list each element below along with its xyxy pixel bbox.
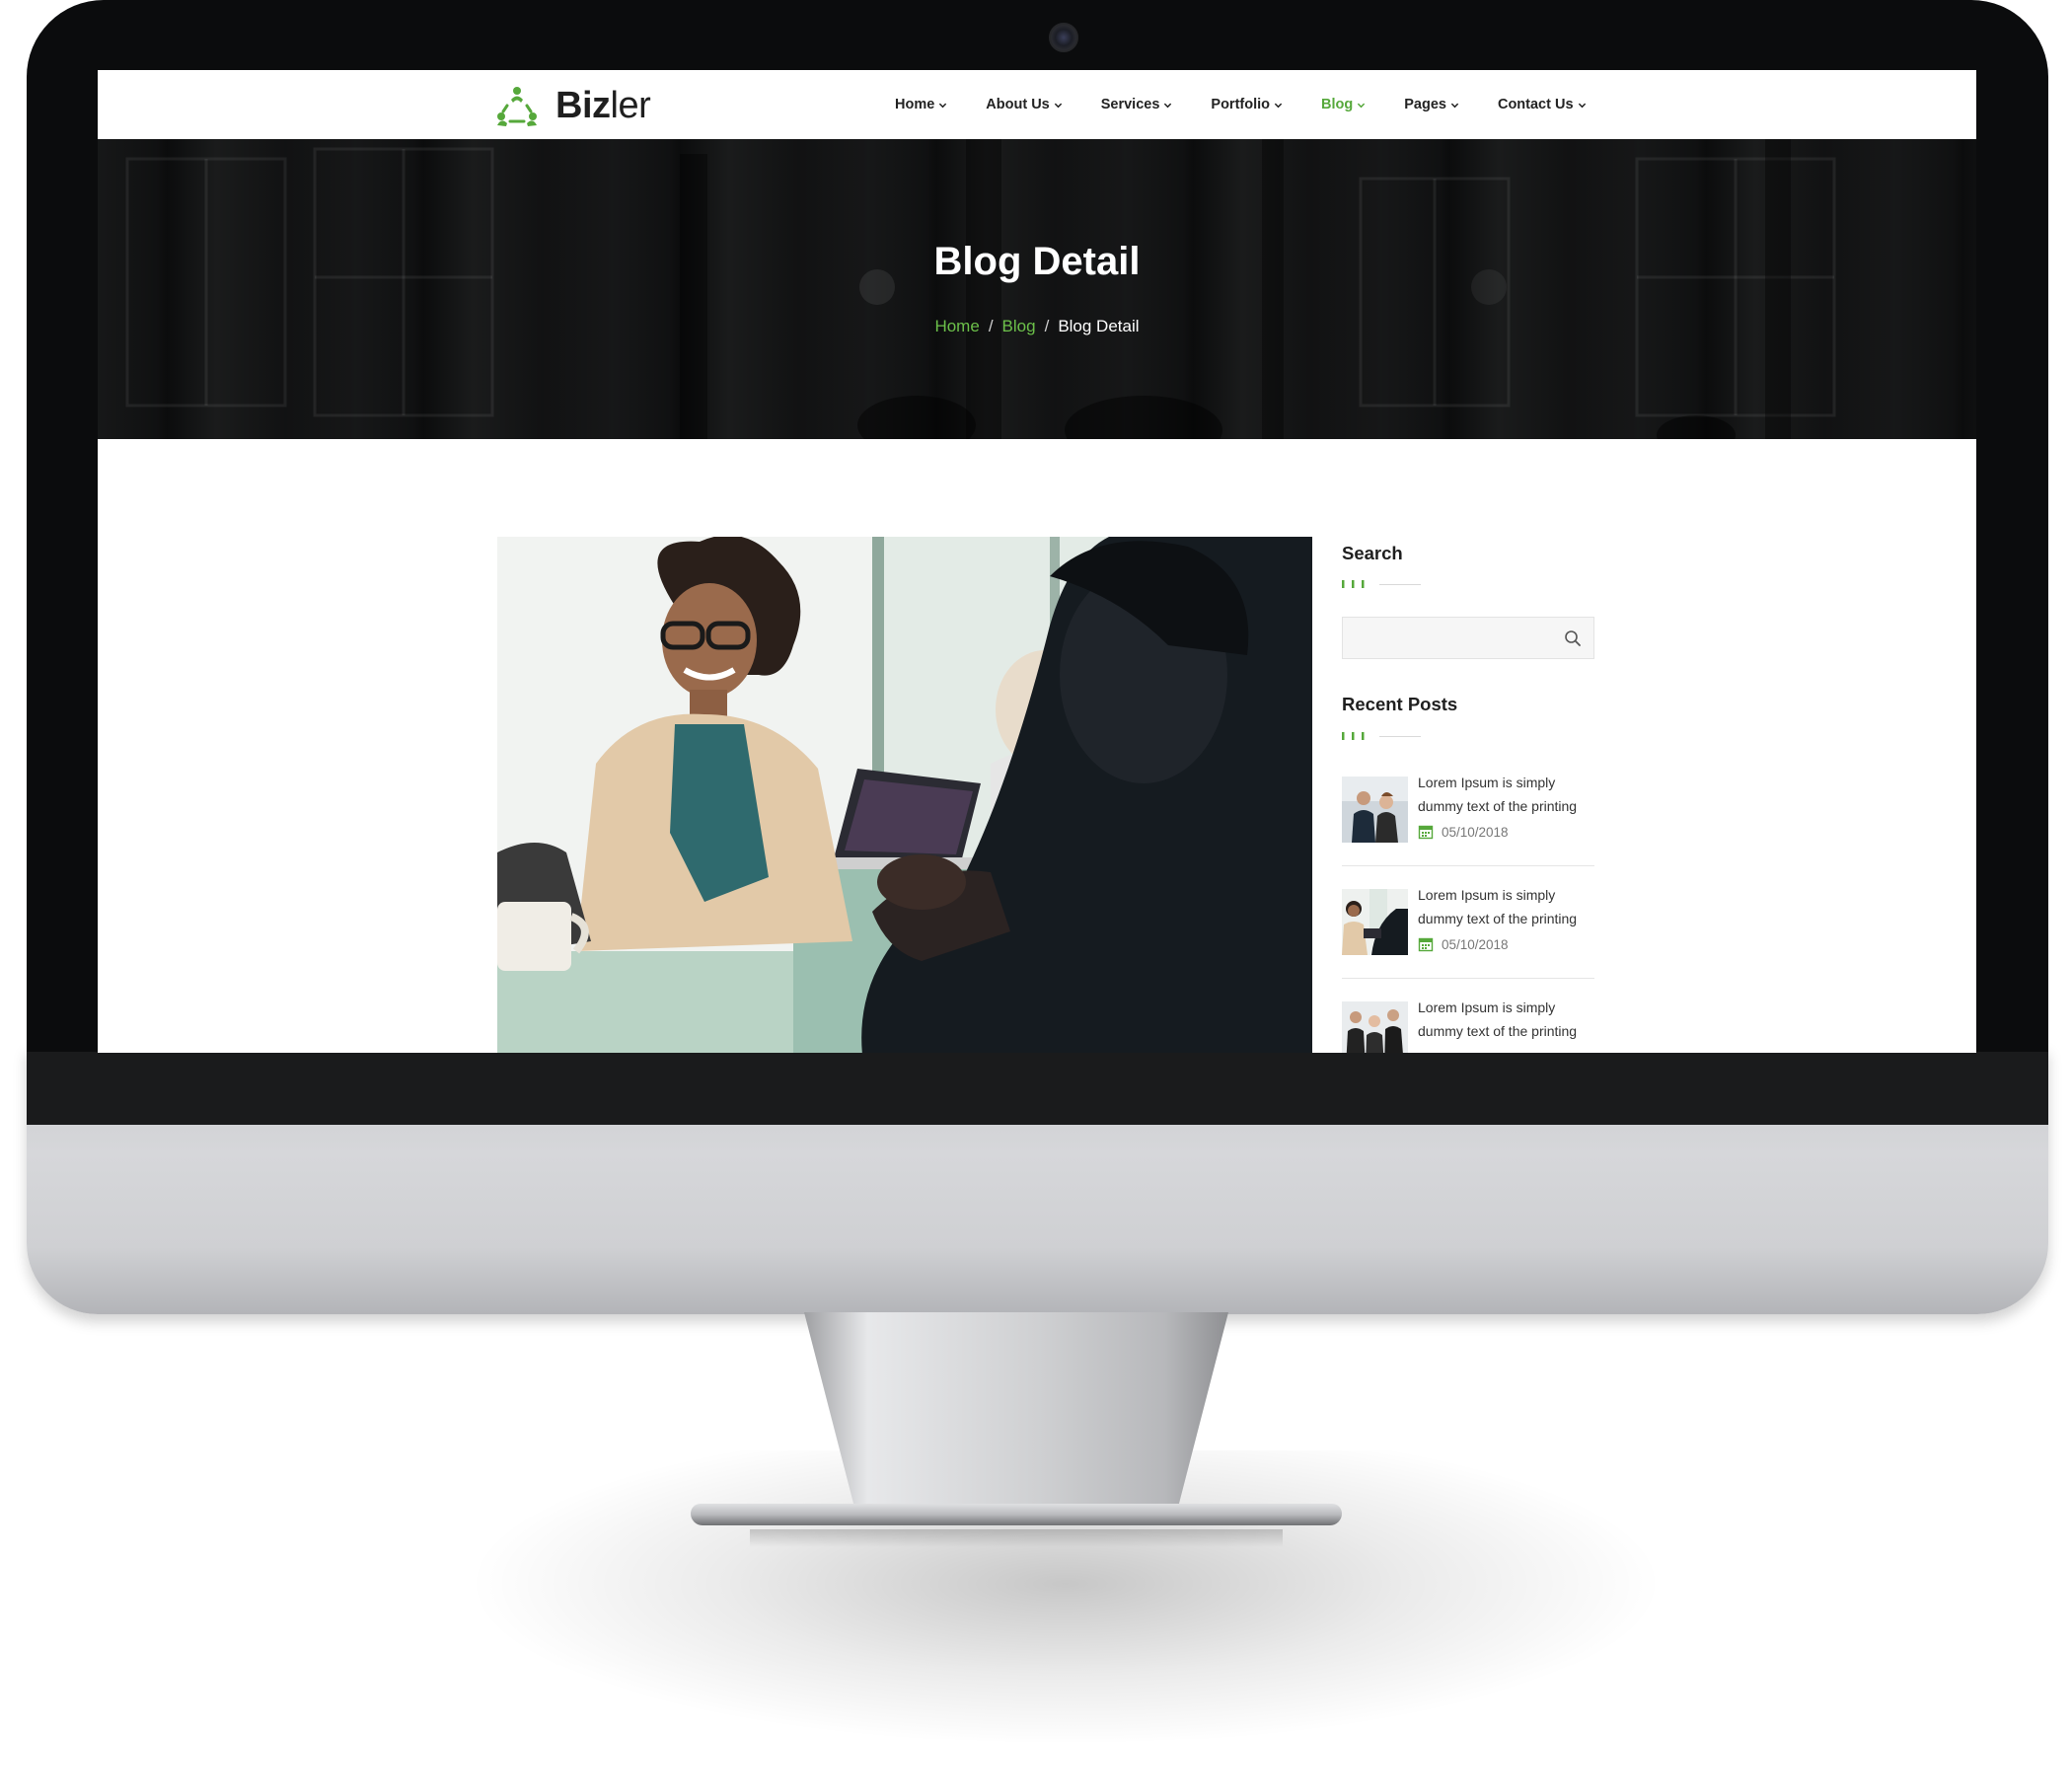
navbar: Bizler Home About Us Services Portfolio … [98,70,1976,139]
post-thumbnail-image [1342,777,1408,843]
blog-content-area: Search Recent Posts Lorem Ipsum is simpl… [98,439,1976,1053]
post-title[interactable]: Lorem Ipsum is simply dummy text of the … [1418,996,1600,1043]
search-form [1342,617,1594,659]
post-date-text: 05/10/2018 [1442,824,1509,840]
post-thumbnail-image [1342,889,1408,955]
post-thumbnail[interactable] [1342,889,1408,955]
page-title: Blog Detail [933,240,1141,283]
monitor-stand [691,1312,1342,1547]
chevron-down-icon [1164,103,1172,108]
nav-item-label: Contact Us [1497,97,1574,112]
post-title[interactable]: Lorem Ipsum is simply dummy text of the … [1418,883,1600,930]
meeting-photo [497,537,1312,1053]
search-icon[interactable] [1564,629,1582,647]
people-cycle-logo-icon [497,87,537,126]
monitor-stand-neck [804,1312,1228,1510]
monitor-bezel-lower [27,1052,2048,1125]
nav-item-pages[interactable]: Pages [1404,97,1459,112]
breadcrumb-current: Blog Detail [1058,317,1140,335]
calendar-icon [1418,937,1434,952]
monitor-stand-base [691,1504,1342,1525]
nav-item-label: Portfolio [1211,97,1271,112]
office-background-image [125,139,1836,439]
brand-name: Bizler [555,84,651,127]
calendar-icon [1418,825,1434,840]
camera-icon [1049,23,1078,52]
chevron-down-icon [1358,103,1366,108]
nav-item-portfolio[interactable]: Portfolio [1211,97,1283,112]
chevron-down-icon [1274,103,1283,108]
post-thumbnail-image [1342,1001,1408,1053]
monitor-stand-reflection [750,1529,1283,1547]
post-thumbnail[interactable] [1342,1001,1408,1053]
blog-featured-image [497,537,1312,1053]
breadcrumb: Home / Blog / Blog Detail [98,317,1976,336]
main-nav: Home About Us Services Portfolio Blog Pa… [895,70,1587,139]
recent-post-item[interactable]: Lorem Ipsum is simply dummy text of the … [1342,775,1594,889]
page-hero-banner: Blog Detail Home / Blog / Blog Detail [98,139,1976,439]
post-divider [1342,978,1594,979]
nav-item-label: Blog [1321,97,1354,112]
nav-item-contact-us[interactable]: Contact Us [1498,97,1587,112]
post-thumbnail[interactable] [1342,777,1408,843]
search-input[interactable] [1343,618,1550,658]
section-divider [1342,732,1421,740]
website-screen: Bizler Home About Us Services Portfolio … [98,70,1976,1053]
nav-item-label: About Us [986,97,1050,112]
section-divider [1342,580,1421,588]
nav-item-services[interactable]: Services [1101,97,1173,112]
nav-item-home[interactable]: Home [895,97,947,112]
nav-item-label: Pages [1404,97,1446,112]
breadcrumb-home-link[interactable]: Home [934,317,979,335]
recent-post-item[interactable]: Lorem Ipsum is simply dummy text of the … [1342,999,1594,1053]
chevron-down-icon [1450,103,1459,108]
brand-name-light: ler [610,84,651,126]
nav-item-about-us[interactable]: About Us [986,97,1062,112]
nav-item-label: Home [895,97,935,112]
brand-logo[interactable]: Bizler [495,84,651,127]
chevron-down-icon [1054,103,1062,108]
breadcrumb-separator: / [1044,317,1050,335]
chevron-down-icon [939,103,947,108]
post-date-text: 05/10/2018 [1442,936,1509,952]
nav-item-blog[interactable]: Blog [1321,97,1366,112]
search-widget-title: Search [1342,543,1403,563]
breadcrumb-blog-link[interactable]: Blog [1002,317,1036,335]
brand-name-bold: Biz [555,84,611,126]
post-divider [1342,865,1594,866]
post-title[interactable]: Lorem Ipsum is simply dummy text of the … [1418,771,1600,818]
post-date: 05/10/2018 [1418,936,1509,952]
post-date: 05/10/2018 [1418,824,1509,840]
recent-posts-widget-title: Recent Posts [1342,694,1458,714]
breadcrumb-separator: / [988,317,994,335]
chevron-down-icon [1578,103,1586,108]
nav-item-label: Services [1100,97,1160,112]
recent-post-item[interactable]: Lorem Ipsum is simply dummy text of the … [1342,887,1594,1001]
